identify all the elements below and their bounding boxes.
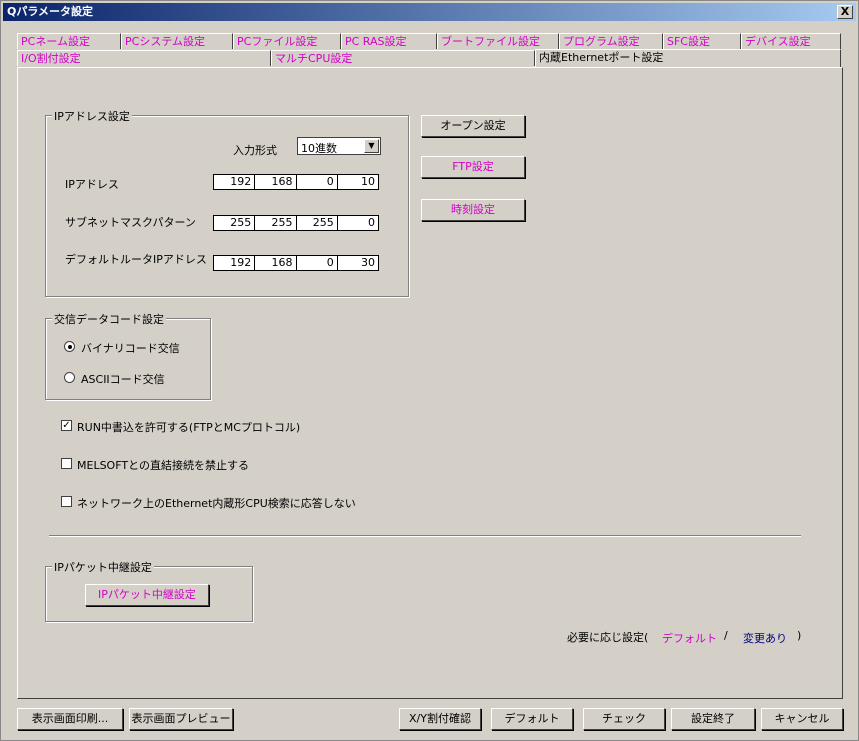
binary-code-label[interactable]: バイナリコード交信 (81, 340, 180, 356)
melsoft-label[interactable]: MELSOFTとの直結接続を禁止する (77, 457, 249, 473)
ip-octet[interactable]: 192 (214, 175, 256, 189)
default-gateway-field[interactable]: 192 168 0 30 (213, 255, 379, 271)
legend-default: デフォルト (662, 632, 717, 645)
xy-assign-check-button[interactable]: X/Y割付確認 (399, 708, 481, 730)
tab-pc-ras[interactable]: PC RAS設定 (341, 33, 437, 49)
ip-relay-settings-button[interactable]: IPパケット中継設定 (85, 584, 209, 606)
legend-suffix: ) (797, 629, 802, 642)
binary-code-radio[interactable] (64, 341, 75, 352)
ascii-code-label[interactable]: ASCIIコード交信 (81, 371, 165, 387)
network-search-checkbox[interactable] (61, 496, 72, 507)
tab-program[interactable]: プログラム設定 (559, 33, 663, 49)
gateway-octet[interactable]: 168 (255, 256, 297, 270)
default-button[interactable]: デフォルト (491, 708, 573, 730)
tab-pc-file[interactable]: PCファイル設定 (233, 33, 341, 49)
subnet-octet[interactable]: 255 (214, 216, 256, 230)
gateway-octet[interactable]: 0 (297, 256, 338, 270)
dialog-window: Qパラメータ設定 X PCネーム設定 PCシステム設定 PCファイル設定 PC … (0, 0, 859, 741)
separator (49, 535, 801, 537)
ascii-code-radio[interactable] (64, 372, 75, 383)
tab-pc-system[interactable]: PCシステム設定 (121, 33, 233, 49)
chevron-down-icon[interactable]: ▼ (364, 139, 379, 153)
ip-relay-group-title: IPパケット中継設定 (52, 559, 154, 575)
legend-changed: 変更あり (743, 632, 787, 645)
legend-slash: / (724, 629, 728, 642)
comm-data-code-group: 交信データコード設定 (45, 311, 211, 400)
finish-settings-button[interactable]: 設定終了 (671, 708, 755, 730)
default-gateway-label: デフォルトルータIPアドレス (65, 253, 207, 266)
subnet-mask-field[interactable]: 255 255 255 0 (213, 215, 379, 231)
title-bar: Qパラメータ設定 X (3, 3, 856, 21)
ip-address-field[interactable]: 192 168 0 10 (213, 174, 379, 190)
close-button[interactable]: X (837, 5, 853, 19)
print-screen-button[interactable]: 表示画面印刷... (17, 708, 123, 730)
subnet-octet[interactable]: 255 (255, 216, 297, 230)
tab-boot-file[interactable]: ブートファイル設定 (437, 33, 559, 49)
tab-ethernet-port[interactable]: 内蔵Ethernetポート設定 (535, 49, 841, 67)
ip-group-title: IPアドレス設定 (52, 108, 132, 124)
run-write-label[interactable]: RUN中書込を許可する(FTPとMCプロトコル) (77, 419, 300, 435)
ftp-settings-button[interactable]: FTP設定 (421, 156, 525, 178)
tab-multi-cpu[interactable]: マルチCPU設定 (271, 50, 535, 66)
input-format-label: 入力形式 (233, 144, 277, 157)
ip-octet[interactable]: 0 (297, 175, 338, 189)
gateway-octet[interactable]: 192 (214, 256, 256, 270)
run-write-checkbox[interactable]: ✓ (61, 420, 72, 431)
check-button[interactable]: チェック (583, 708, 665, 730)
subnet-octet[interactable]: 0 (338, 216, 378, 230)
input-format-select[interactable]: 10進数 ▼ (297, 137, 381, 155)
cancel-button[interactable]: キャンセル (761, 708, 843, 730)
network-search-label[interactable]: ネットワーク上のEthernet内蔵形CPU検索に応答しない (77, 495, 356, 511)
time-settings-button[interactable]: 時刻設定 (421, 199, 525, 221)
ip-octet[interactable]: 168 (255, 175, 297, 189)
subnet-octet[interactable]: 255 (297, 216, 338, 230)
gateway-octet[interactable]: 30 (338, 256, 378, 270)
legend-prefix: 必要に応じ設定( (567, 631, 649, 644)
tab-sfc[interactable]: SFC設定 (663, 33, 741, 49)
tab-device[interactable]: デバイス設定 (741, 33, 841, 49)
ip-octet[interactable]: 10 (338, 175, 378, 189)
ip-address-label: IPアドレス (65, 178, 119, 191)
subnet-mask-label: サブネットマスクパターン (65, 216, 196, 229)
comm-group-title: 交信データコード設定 (52, 311, 166, 327)
input-format-value: 10進数 (301, 142, 337, 155)
open-settings-button[interactable]: オープン設定 (421, 115, 525, 137)
melsoft-checkbox[interactable] (61, 458, 72, 469)
tab-pc-name[interactable]: PCネーム設定 (17, 33, 121, 49)
window-title: Qパラメータ設定 (7, 5, 94, 18)
preview-screen-button[interactable]: 表示画面プレビュー (129, 708, 233, 730)
tab-io-assign[interactable]: I/O割付設定 (17, 50, 271, 66)
